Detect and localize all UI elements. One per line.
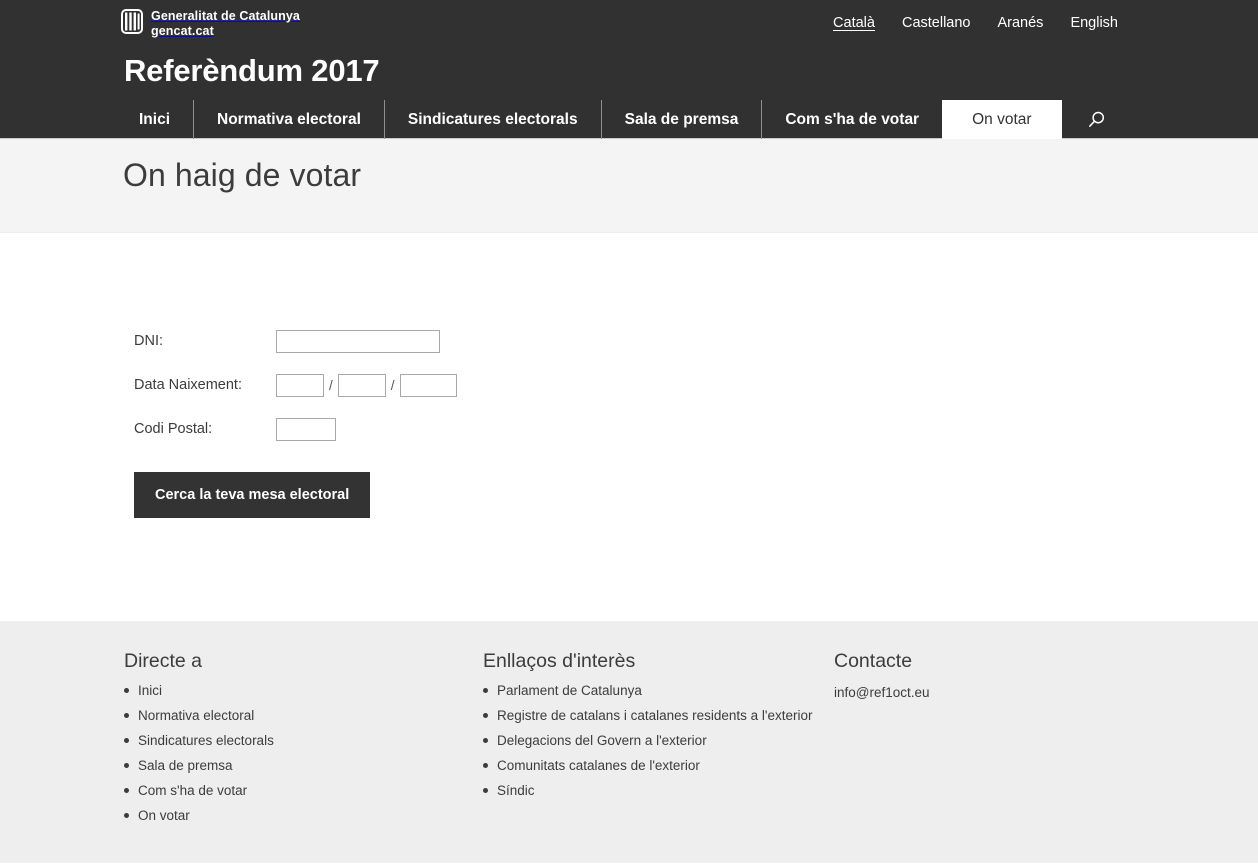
nav-item-com-sha-de-votar[interactable]: Com s'ha de votar	[761, 100, 942, 139]
footer-link-normativa-electoral[interactable]: Normativa electoral	[138, 708, 254, 723]
list-item: Síndic	[483, 782, 813, 800]
list-item: Sala de premsa	[124, 757, 454, 775]
footer-link-inici[interactable]: Inici	[138, 683, 162, 698]
footer-link-registre-de-catalans[interactable]: Registre de catalans i catalanes residen…	[497, 708, 813, 723]
search-icon	[1088, 111, 1104, 127]
footer-interest-list: Parlament de Catalunya Registre de catal…	[483, 682, 813, 800]
language-switcher: Català Castellano Aranés English	[833, 15, 1118, 31]
lang-catala[interactable]: Català	[833, 15, 875, 31]
footer-link-com-sha-de-votar[interactable]: Com s'ha de votar	[138, 783, 247, 798]
birthdate-separator-2: /	[390, 377, 395, 393]
birthdate-day-input[interactable]	[276, 373, 324, 397]
footer-link-delegacions-del-govern[interactable]: Delegacions del Govern a l'exterior	[497, 733, 707, 748]
page-title: On haig de votar	[123, 157, 362, 193]
page-title-band: On haig de votar	[0, 139, 1258, 233]
polling-station-search-form: DNI: Data Naixement: / / Codi Postal: Ce…	[134, 319, 457, 518]
footer-heading-directe-a: Directe a	[124, 650, 203, 672]
birthdate-separator-1: /	[329, 377, 333, 393]
footer-link-sala-de-premsa[interactable]: Sala de premsa	[138, 758, 233, 773]
list-item: Registre de catalans i catalanes residen…	[483, 707, 813, 725]
generalitat-shield-icon	[121, 9, 143, 34]
main-content: DNI: Data Naixement: / / Codi Postal: Ce…	[0, 233, 1258, 621]
dni-input[interactable]	[276, 329, 440, 353]
lang-castellano[interactable]: Castellano	[902, 15, 971, 31]
list-item: Delegacions del Govern a l'exterior	[483, 732, 813, 750]
site-footer: Directe a Inici Normativa electoral Sind…	[0, 621, 1258, 863]
footer-link-sindic[interactable]: Síndic	[497, 783, 535, 798]
birthdate-label: Data Naixement:	[134, 377, 242, 393]
list-item: Com s'ha de votar	[124, 782, 454, 800]
footer-column-contact: Contacte info@ref1oct.eu	[834, 650, 1134, 702]
list-item: Parlament de Catalunya	[483, 682, 813, 700]
footer-heading-enllacos-dinteres: Enllaços d'interès	[483, 650, 636, 672]
list-item: Comunitats catalanes de l'exterior	[483, 757, 813, 775]
brand-organization: Generalitat de Catalunya	[151, 9, 300, 23]
brand-domain: gencat.cat	[151, 23, 214, 38]
footer-direct-list: Inici Normativa electoral Sindicatures e…	[124, 682, 454, 825]
footer-link-on-votar[interactable]: On votar	[138, 808, 190, 823]
birthdate-month-input[interactable]	[337, 373, 386, 397]
dni-label: DNI:	[134, 333, 163, 349]
search-polling-station-button[interactable]: Cerca la teva mesa electoral	[134, 472, 371, 518]
gencat-brand-link[interactable]: Generalitat de Catalunya gencat.cat	[121, 9, 300, 39]
postcode-input[interactable]	[276, 417, 336, 441]
site-title: Referèndum 2017	[124, 53, 380, 88]
nav-item-normativa-electoral[interactable]: Normativa electoral	[193, 100, 384, 139]
footer-link-comunitats-catalanes[interactable]: Comunitats catalanes de l'exterior	[497, 758, 700, 773]
main-navigation: Inici Normativa electoral Sindicatures e…	[121, 100, 1125, 139]
nav-item-sala-de-premsa[interactable]: Sala de premsa	[600, 100, 762, 139]
form-row-birthdate: Data Naixement: / /	[134, 363, 457, 407]
footer-column-direct-links: Directe a Inici Normativa electoral Sind…	[124, 650, 454, 832]
footer-link-parlament-de-catalunya[interactable]: Parlament de Catalunya	[497, 683, 642, 698]
footer-column-interest-links: Enllaços d'interès Parlament de Cataluny…	[483, 650, 813, 807]
nav-item-on-votar[interactable]: On votar	[942, 100, 1062, 139]
site-header: Generalitat de Catalunya gencat.cat Cata…	[0, 0, 1258, 139]
list-item: Inici	[124, 682, 454, 700]
footer-heading-contacte: Contacte	[834, 650, 913, 672]
form-row-dni: DNI:	[134, 319, 457, 363]
list-item: On votar	[124, 807, 454, 825]
birthdate-year-input[interactable]	[399, 373, 457, 397]
list-item: Normativa electoral	[124, 707, 454, 725]
form-row-postcode: Codi Postal:	[134, 407, 457, 451]
nav-item-inici[interactable]: Inici	[121, 100, 193, 139]
footer-link-sindicatures-electorals[interactable]: Sindicatures electorals	[138, 733, 274, 748]
lang-aranes[interactable]: Aranés	[997, 15, 1043, 31]
search-button[interactable]	[1062, 100, 1125, 139]
nav-item-sindicatures-electorals[interactable]: Sindicatures electorals	[383, 100, 601, 139]
postcode-label: Codi Postal:	[134, 421, 213, 437]
lang-english[interactable]: English	[1070, 15, 1118, 31]
list-item: Sindicatures electorals	[124, 732, 454, 750]
footer-contact-email[interactable]: info@ref1oct.eu	[834, 685, 930, 700]
